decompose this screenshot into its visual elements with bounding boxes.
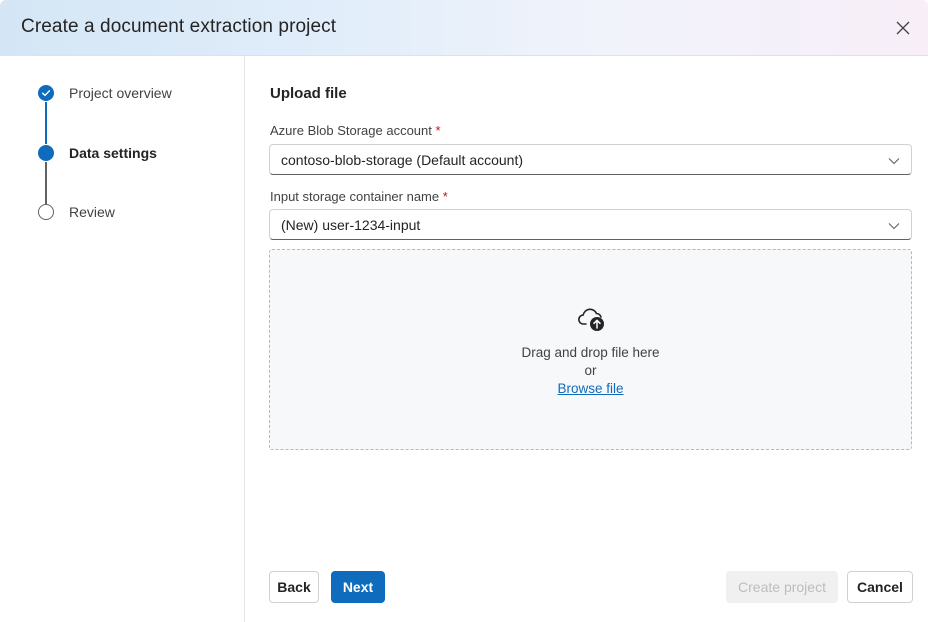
section-title: Upload file xyxy=(270,85,347,102)
close-icon xyxy=(896,21,910,35)
step-label: Project overview xyxy=(69,85,172,101)
storage-account-dropdown[interactable]: contoso-blob-storage (Default account) xyxy=(269,144,912,175)
required-marker: * xyxy=(442,189,448,204)
chevron-down-icon xyxy=(888,223,900,230)
cloud-upload-icon xyxy=(578,308,604,331)
close-button[interactable] xyxy=(892,17,914,39)
cancel-button[interactable]: Cancel xyxy=(847,571,913,603)
create-project-button[interactable]: Create project xyxy=(726,571,838,603)
checkmark-circle-icon xyxy=(38,85,54,101)
storage-account-label: Azure Blob Storage account * xyxy=(270,123,441,138)
dialog-header: Create a document extraction project xyxy=(0,0,928,56)
wizard-steps: Project overview Data settings Review xyxy=(0,56,245,622)
dropdown-value: (New) user-1234-input xyxy=(281,217,421,233)
label-text: Azure Blob Storage account xyxy=(270,123,432,138)
next-button[interactable]: Next xyxy=(331,571,385,603)
file-dropzone[interactable]: Drag and drop file here or Browse file xyxy=(269,249,912,450)
container-name-dropdown[interactable]: (New) user-1234-input xyxy=(269,209,912,240)
filled-circle-icon xyxy=(38,145,54,161)
chevron-down-icon xyxy=(888,158,900,165)
browse-file-row: Browse file xyxy=(270,381,911,396)
container-name-label: Input storage container name * xyxy=(270,189,448,204)
step-connector-completed xyxy=(45,102,47,144)
dropdown-value: contoso-blob-storage (Default account) xyxy=(281,152,524,168)
back-button[interactable]: Back xyxy=(269,571,319,603)
dropzone-or: or xyxy=(584,363,597,378)
label-text: Input storage container name xyxy=(270,189,440,204)
empty-circle-icon xyxy=(38,204,54,220)
step-connector-upcoming xyxy=(45,162,47,204)
step-label: Review xyxy=(69,204,115,220)
required-marker: * xyxy=(435,123,441,138)
dialog-title: Create a document extraction project xyxy=(21,16,337,37)
step-label: Data settings xyxy=(69,145,157,161)
browse-file-link[interactable]: Browse file xyxy=(557,381,623,396)
main-panel: Upload file Azure Blob Storage account *… xyxy=(246,56,928,622)
create-project-dialog: Create a document extraction project Pro… xyxy=(0,0,928,622)
dropzone-instruction: Drag and drop file here xyxy=(521,345,660,360)
